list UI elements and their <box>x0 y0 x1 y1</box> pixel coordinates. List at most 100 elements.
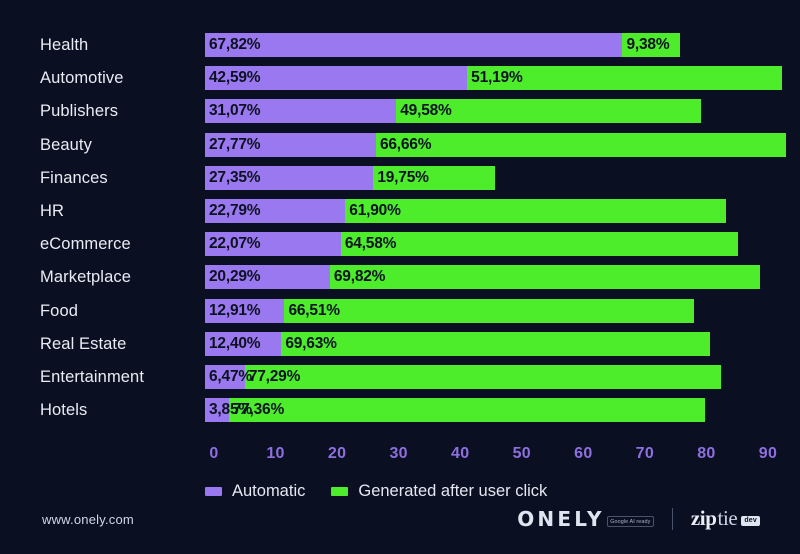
bar-value-label: 67,82% <box>209 36 261 53</box>
bar-segment-generated: 77,36% <box>228 398 705 423</box>
bar-segment-generated: 77,29% <box>244 364 721 389</box>
chart-legend: Automatic Generated after user click <box>205 480 547 502</box>
bar-segment-automatic: 42,59% <box>205 66 468 91</box>
ziptie-wordmark-bold: zip <box>690 506 717 530</box>
chart-rows: Health 67,82% 9,38% Automotive 42,59% 51,19% P… <box>0 33 800 431</box>
x-axis-tick-label: 60 <box>574 445 593 462</box>
stacked-bar: 3,85% 77,36% <box>205 398 705 423</box>
bar-segment-automatic: 27,77% <box>205 132 376 157</box>
bar-segment-generated: 49,58% <box>396 99 702 124</box>
bar-value-label: 64,58% <box>344 235 397 253</box>
category-label: Food <box>40 301 79 320</box>
x-axis-tick-label: 10 <box>266 445 285 462</box>
legend-swatch-icon <box>205 486 222 496</box>
legend-item[interactable]: Generated after user click <box>331 482 547 501</box>
x-axis-tick-label: 20 <box>327 445 347 462</box>
chart-row: Finances 27,35% 19,75% <box>0 165 800 199</box>
site-url: www.onely.com <box>42 512 134 527</box>
bar-value-label: 69,63% <box>285 334 337 352</box>
stacked-bar: 12,40% 69,63% <box>205 331 710 356</box>
bar-value-label: 20,29% <box>209 268 261 286</box>
bar-segment-automatic: 31,07% <box>205 99 397 124</box>
bar-segment-automatic: 6,47% <box>205 364 252 389</box>
chart-row: Marketplace 20,29% 69,82% <box>0 265 800 298</box>
category-label: Entertainment <box>40 367 145 386</box>
chart-row: eCommerce 22,07% 64,58% <box>0 232 800 265</box>
legend-label: Generated after user click <box>358 481 548 500</box>
bar-value-label: 27,77% <box>209 135 261 153</box>
bar-segment-generated: 66,51% <box>284 298 694 323</box>
ziptie-logo: zip tie dev <box>691 506 760 531</box>
x-axis-tick-label: 70 <box>635 445 655 462</box>
category-label: eCommerce <box>40 235 131 254</box>
stacked-bar: 67,82% 9,38% <box>205 33 681 57</box>
bar-value-label: 31,07% <box>209 102 261 120</box>
legend-item[interactable]: Automatic <box>205 482 305 501</box>
bar-segment-automatic: 67,82% <box>205 33 623 57</box>
brand-divider <box>671 507 673 530</box>
legend-label: Automatic <box>232 481 306 500</box>
chart-row: Hotels 3,85% 77,36% <box>0 398 800 431</box>
category-label: Hotels <box>40 401 88 420</box>
bar-segment-automatic: 3,85% <box>205 398 252 423</box>
bar-value-label: 51,19% <box>471 69 523 87</box>
bar-value-label: 22,07% <box>209 235 261 253</box>
bar-value-label: 49,58% <box>400 102 452 120</box>
bar-value-label: 27,35% <box>209 168 261 186</box>
bar-segment-generated: 64,58% <box>340 232 739 257</box>
bar-value-label: 61,90% <box>349 201 401 219</box>
category-label: Marketplace <box>40 268 131 287</box>
chart-row: Real Estate 12,40% 69,63% <box>0 331 800 365</box>
stacked-bar: 22,07% 64,58% <box>205 232 739 257</box>
bar-segment-generated: 51,19% <box>467 66 783 91</box>
chart-row: HR 22,79% 61,90% <box>0 198 800 232</box>
bar-segment-automatic: 22,07% <box>205 232 341 257</box>
x-axis: 0 10 20 30 40 50 60 70 80 90 <box>205 445 776 467</box>
x-axis-tick-label: 40 <box>451 445 470 462</box>
bar-value-label: 66,51% <box>288 301 340 319</box>
stacked-bar: 42,59% 51,19% <box>205 66 783 91</box>
bar-segment-generated: 61,90% <box>345 198 727 223</box>
stacked-bar: 22,79% 61,90% <box>205 198 727 223</box>
stacked-bar-chart: Health 67,82% 9,38% Automotive 42,59% 51,19% P… <box>0 0 800 554</box>
stacked-bar: 27,35% 19,75% <box>205 165 495 190</box>
stacked-bar: 27,77% 66,66% <box>205 132 787 157</box>
bar-segment-automatic: 22,79% <box>205 198 346 223</box>
x-axis-tick-label: 30 <box>389 445 408 462</box>
bar-segment-generated: 69,63% <box>281 331 710 356</box>
category-label: Real Estate <box>40 334 127 353</box>
bar-value-label: 12,40% <box>209 334 261 352</box>
x-axis-tick-label: 80 <box>697 445 716 462</box>
chart-row: Entertainment 6,47% 77,29% <box>0 364 800 398</box>
legend-swatch-icon <box>331 486 349 496</box>
onely-logo: ONELY Google AI ready <box>517 507 654 531</box>
x-axis-tick-label: 90 <box>758 445 778 462</box>
bar-value-label: 77,36% <box>232 401 285 419</box>
brand-bar: ONELY Google AI ready zip tie dev <box>517 506 760 531</box>
bar-value-label: 19,75% <box>377 168 429 186</box>
onely-badge: Google AI ready <box>606 516 654 527</box>
category-label: Beauty <box>40 135 92 154</box>
bar-segment-generated: 69,82% <box>329 265 760 290</box>
chart-row: Health 67,82% 9,38% <box>0 33 800 66</box>
chart-row: Beauty 27,77% 66,66% <box>0 132 800 166</box>
chart-row: Food 12,91% 66,51% <box>0 298 800 332</box>
category-label: Automotive <box>40 69 124 88</box>
x-axis-tick-label: 50 <box>512 445 531 462</box>
bar-segment-generated: 66,66% <box>375 132 787 157</box>
bar-value-label: 66,66% <box>379 135 432 153</box>
bar-segment-automatic: 12,40% <box>205 331 282 356</box>
stacked-bar: 12,91% 66,51% <box>205 298 694 323</box>
onely-wordmark: ONELY <box>517 506 605 531</box>
category-label: Health <box>40 36 89 54</box>
bar-value-label: 42,59% <box>209 69 261 87</box>
stacked-bar: 6,47% 77,29% <box>205 364 721 389</box>
stacked-bar: 20,29% 69,82% <box>205 265 760 290</box>
x-axis-tick-label: 0 <box>209 445 219 462</box>
stacked-bar: 31,07% 49,58% <box>205 99 702 124</box>
bar-value-label: 22,79% <box>209 201 261 219</box>
bar-segment-automatic: 20,29% <box>205 265 330 290</box>
ziptie-dev-badge: dev <box>741 515 760 526</box>
category-label: Finances <box>40 168 108 187</box>
ziptie-wordmark-light: tie <box>717 506 738 530</box>
